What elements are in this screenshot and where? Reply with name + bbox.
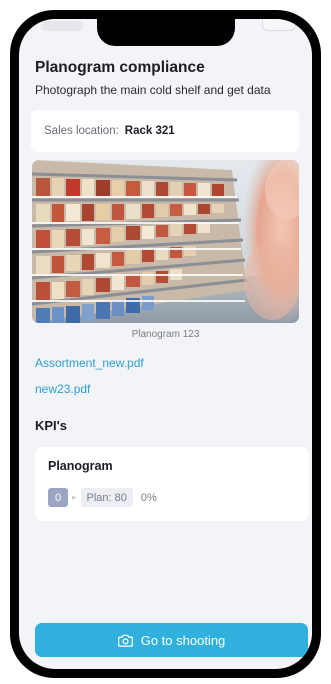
shelf-photo[interactable]	[32, 160, 299, 323]
kpi-heading: KPI's	[35, 418, 67, 433]
page-title: Planogram compliance	[35, 59, 205, 76]
kpi-plan-badge: Plan: 80	[80, 488, 133, 507]
app-screen: Planogram compliance Photograph the main…	[19, 19, 312, 669]
kpi-progress-row: 0 ▸ Plan: 80 0%	[48, 488, 157, 507]
status-bar-indicator	[262, 19, 296, 31]
kpi-count-badge: 0	[48, 488, 68, 507]
go-to-shooting-label: Go to shooting	[140, 632, 226, 648]
sales-location-label: Sales location:	[44, 125, 119, 137]
arrow-right-icon: ▸	[72, 492, 77, 502]
kpi-card-title: Planogram	[48, 459, 113, 473]
sales-location-card: Sales location: Rack 321	[31, 110, 299, 152]
phone-frame: Planogram compliance Photograph the main…	[10, 10, 321, 678]
go-to-shooting-button[interactable]: Go to shooting	[35, 623, 308, 657]
file-link-assortment[interactable]: Assortment_new.pdf	[35, 356, 144, 370]
photo-caption: Planogram 123	[131, 329, 200, 340]
status-bar-time	[41, 21, 83, 31]
file-link-new23[interactable]: new23.pdf	[35, 382, 90, 396]
page-subtitle: Photograph the main cold shelf and get d…	[35, 83, 271, 97]
phone-notch	[97, 19, 235, 46]
shelf-image	[32, 160, 299, 323]
kpi-card-planogram: Planogram 0 ▸ Plan: 80 0%	[35, 447, 309, 521]
kpi-percent: 0%	[140, 491, 157, 504]
sales-location-value: Rack 321	[124, 125, 175, 137]
camera-icon	[117, 634, 133, 647]
